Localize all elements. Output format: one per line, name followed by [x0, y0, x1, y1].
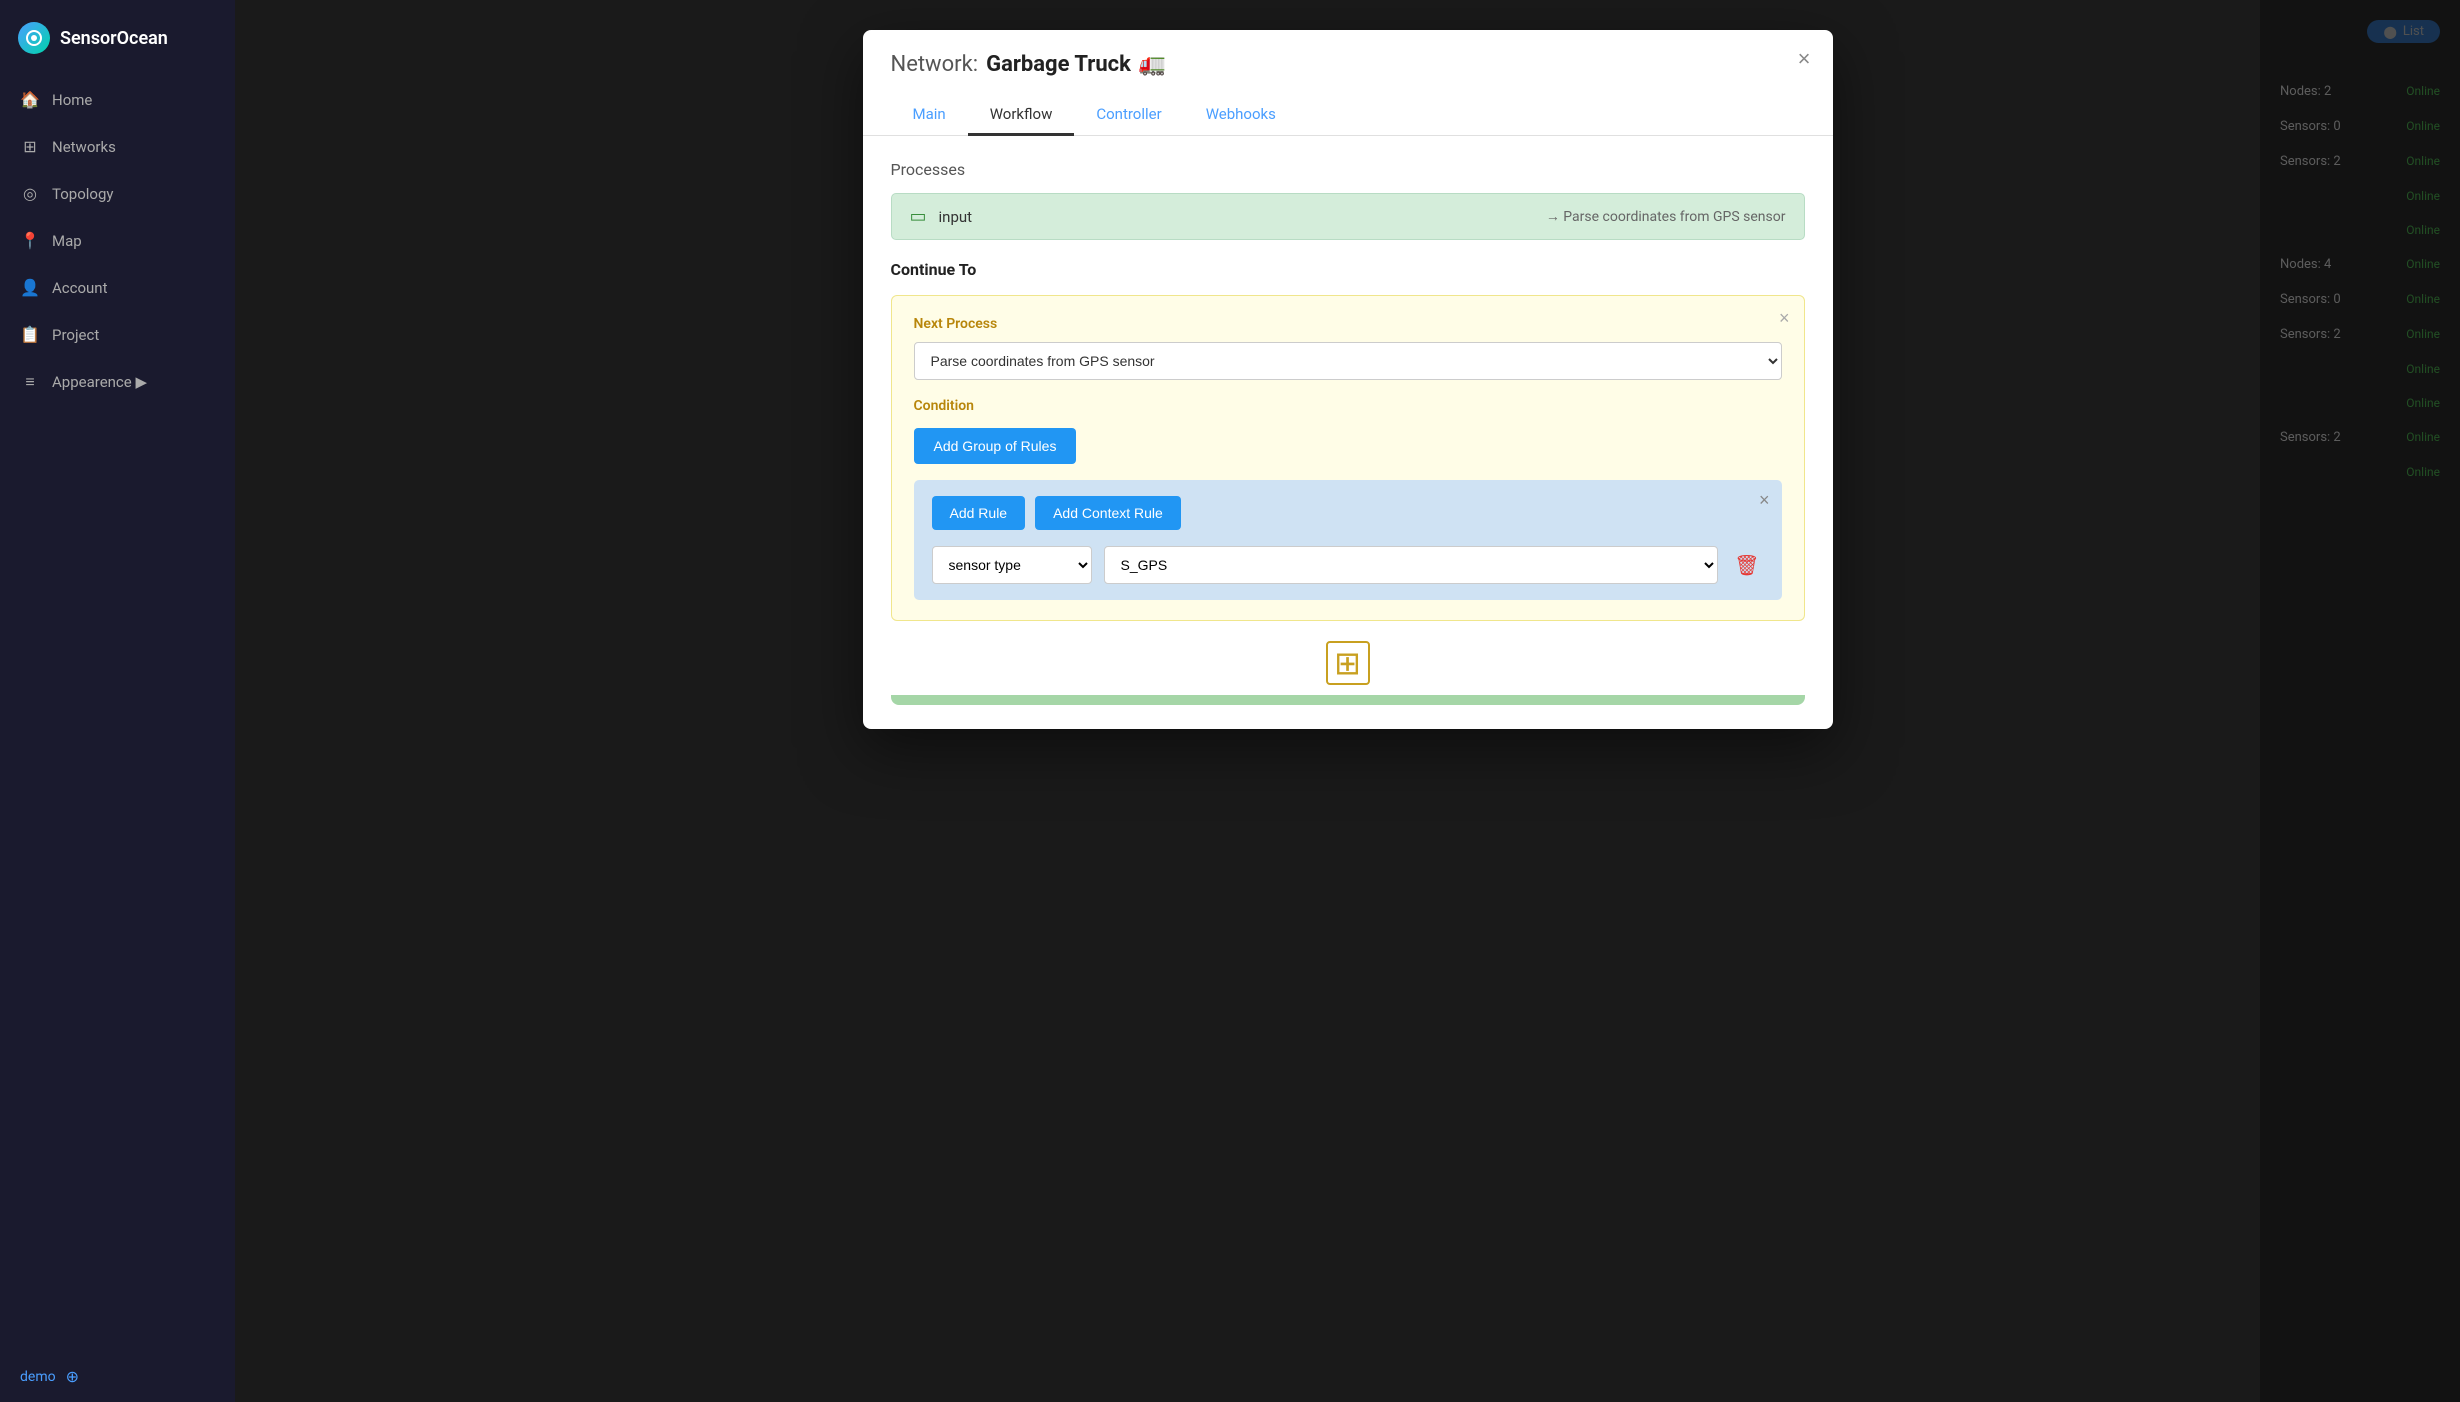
modal-header: Network: Garbage Truck 🚛 × Main Workflow… [863, 30, 1833, 136]
modal-close-button[interactable]: × [1798, 48, 1811, 70]
home-icon: 🏠 [20, 90, 40, 109]
continue-to-title: Continue To [891, 260, 1805, 279]
rule-row: sensor type S_GPS 🗑 [932, 546, 1764, 584]
next-process-select[interactable]: Parse coordinates from GPS sensor [914, 342, 1782, 380]
sidebar-item-label: Map [52, 232, 82, 250]
process-icon: ▭ [910, 206, 927, 227]
tab-main[interactable]: Main [891, 95, 968, 136]
sidebar-item-account[interactable]: 👤 Account [0, 264, 235, 311]
sidebar-item-networks[interactable]: ⊞ Networks [0, 123, 235, 170]
tab-workflow[interactable]: Workflow [968, 95, 1075, 136]
add-rule-button[interactable]: Add Rule [932, 496, 1026, 530]
tab-webhooks[interactable]: Webhooks [1184, 95, 1298, 136]
add-more-icon: ⊞ [1334, 644, 1361, 682]
app-name: SensorOcean [60, 28, 168, 49]
add-more-container: ⊞ [891, 641, 1805, 685]
sidebar-item-appearance[interactable]: ≡ Appearence ▶ [0, 358, 235, 406]
sidebar-item-label: Topology [52, 185, 113, 203]
sidebar-item-home[interactable]: 🏠 Home [0, 76, 235, 123]
process-name: input [939, 208, 973, 226]
process-row-left: ▭ input [910, 206, 973, 227]
sidebar-item-map[interactable]: 📍 Map [0, 217, 235, 264]
demo-label: demo [20, 1369, 56, 1385]
project-icon: 📋 [20, 325, 40, 344]
rules-group-close-button[interactable]: × [1759, 490, 1770, 511]
condition-label: Condition [914, 398, 1782, 414]
sidebar-item-topology[interactable]: ◎ Topology [0, 170, 235, 217]
main-content: ⬤ List Nodes: 2 Online Sensors: 0 Online… [235, 0, 2460, 1402]
appearance-icon: ≡ [20, 372, 40, 392]
bottom-green-bar [891, 695, 1805, 705]
sidebar-item-label: Project [52, 326, 99, 344]
add-more-button[interactable]: ⊞ [1326, 641, 1370, 685]
next-process-box: × Next Process Parse coordinates from GP… [891, 295, 1805, 621]
next-process-close-button[interactable]: × [1779, 308, 1790, 329]
modal-title: Network: Garbage Truck 🚛 [891, 52, 1805, 77]
add-context-rule-button[interactable]: Add Context Rule [1035, 496, 1181, 530]
rules-group: × Add Rule Add Context Rule sensor type … [914, 480, 1782, 600]
next-process-label: Next Process [914, 316, 1782, 332]
account-icon: 👤 [20, 278, 40, 297]
process-row-right: → Parse coordinates from GPS sensor [1546, 208, 1786, 225]
sidebar-item-label: Appearence ▶ [52, 373, 147, 391]
logo-icon [18, 22, 50, 54]
rule-delete-button[interactable]: 🗑 [1730, 549, 1763, 582]
sidebar-item-label: Home [52, 91, 92, 109]
modal-title-name: Garbage Truck [986, 52, 1131, 77]
map-icon: 📍 [20, 231, 40, 250]
sidebar-demo[interactable]: demo ⊕ [0, 1351, 235, 1402]
rule-value-select[interactable]: S_GPS [1104, 546, 1719, 584]
demo-icon: ⊕ [66, 1367, 79, 1386]
tab-controller[interactable]: Controller [1074, 95, 1183, 136]
sidebar-logo: SensorOcean [0, 0, 235, 76]
networks-icon: ⊞ [20, 137, 40, 156]
add-group-button[interactable]: Add Group of Rules [914, 428, 1077, 464]
modal-title-label: Network: [891, 52, 979, 77]
sidebar-item-project[interactable]: 📋 Project [0, 311, 235, 358]
processes-title: Processes [891, 160, 1805, 179]
sidebar-item-label: Networks [52, 138, 116, 156]
sidebar-item-label: Account [52, 279, 108, 297]
modal-title-emoji: 🚛 [1139, 52, 1166, 77]
modal-overlay: Network: Garbage Truck 🚛 × Main Workflow… [235, 0, 2460, 1402]
topology-icon: ◎ [20, 184, 40, 203]
modal-body: Processes ▭ input → Parse coordinates fr… [863, 136, 1833, 729]
rules-actions: Add Rule Add Context Rule [932, 496, 1764, 530]
sidebar: SensorOcean 🏠 Home ⊞ Networks ◎ Topology… [0, 0, 235, 1402]
modal: Network: Garbage Truck 🚛 × Main Workflow… [863, 30, 1833, 729]
modal-tabs: Main Workflow Controller Webhooks [891, 95, 1805, 135]
rule-type-select[interactable]: sensor type [932, 546, 1092, 584]
process-row: ▭ input → Parse coordinates from GPS sen… [891, 193, 1805, 240]
